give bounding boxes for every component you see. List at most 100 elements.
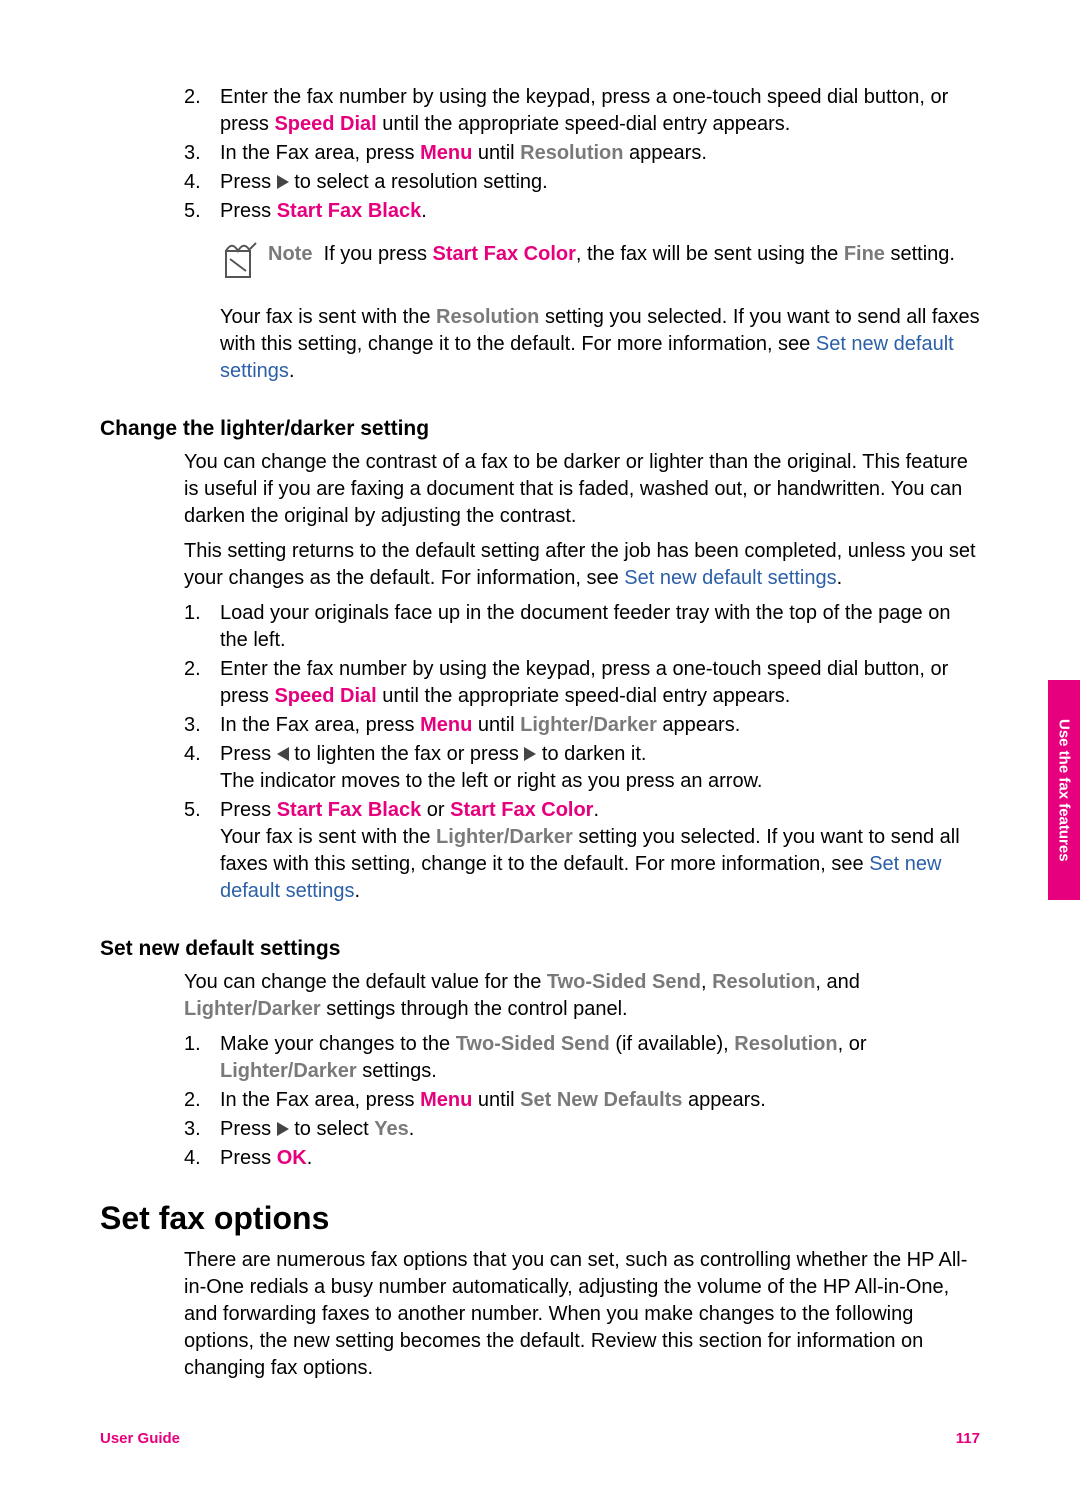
text: In the Fax area, press (220, 714, 420, 736)
step-number: 1. (184, 600, 220, 654)
text: Press (220, 799, 277, 821)
heading-set-new-default: Set new default settings (100, 937, 980, 961)
text: . (593, 799, 599, 821)
text: Your fax is sent with the (220, 306, 436, 328)
text: until the appropriate speed-dial entry a… (377, 113, 791, 135)
heading-set-fax-options: Set fax options (100, 1200, 980, 1237)
text: In the Fax area, press (220, 142, 420, 164)
text: , or (838, 1033, 867, 1055)
ui-label-ok: OK (277, 1147, 307, 1169)
text: until (472, 142, 520, 164)
ui-label-speed-dial: Speed Dial (274, 685, 376, 707)
step-number: 1. (184, 1031, 220, 1085)
text: . (289, 360, 295, 382)
ui-label-start-fax-color: Start Fax Color (450, 799, 593, 821)
text: or (421, 799, 450, 821)
ui-label-menu: Menu (420, 714, 472, 736)
list-item: 2. In the Fax area, press Menu until Set… (184, 1087, 980, 1114)
text: Make your changes to the (220, 1033, 456, 1055)
text: . (307, 1147, 313, 1169)
text: Press (220, 1118, 277, 1140)
text: until (472, 714, 520, 736)
steps-resolution: 2. Enter the fax number by using the key… (184, 84, 980, 225)
heading-lighter-darker: Change the lighter/darker setting (100, 417, 980, 441)
page-footer: User Guide 117 (100, 1430, 980, 1447)
ui-label-lighter-darker: Lighter/Darker (520, 714, 657, 736)
ui-label-two-sided-send: Two-Sided Send (547, 971, 701, 993)
list-item: 4. Press OK. (184, 1145, 980, 1172)
paragraph: You can change the default value for the… (184, 969, 980, 1023)
ui-label-menu: Menu (420, 1089, 472, 1111)
steps-lighter-darker: 1. Load your originals face up in the do… (184, 600, 980, 905)
text: until (472, 1089, 520, 1111)
list-item: 4. Press to select a resolution setting. (184, 169, 980, 196)
ui-label-set-new-defaults: Set New Defaults (520, 1089, 682, 1111)
step-number: 3. (184, 712, 220, 739)
step-number: 3. (184, 1116, 220, 1143)
list-item: 4. Press to lighten the fax or press to … (184, 741, 980, 795)
text: , and (815, 971, 859, 993)
text: until the appropriate speed-dial entry a… (377, 685, 791, 707)
note-block: Note If you press Start Fax Color, the f… (220, 241, 980, 286)
text: , (701, 971, 712, 993)
text: Press (220, 743, 277, 765)
step-number: 4. (184, 741, 220, 795)
text: Load your originals face up in the docum… (220, 600, 980, 654)
list-item: 3. In the Fax area, press Menu until Lig… (184, 712, 980, 739)
note-label: Note (268, 243, 312, 265)
step-number: 3. (184, 140, 220, 167)
note-icon (220, 241, 268, 286)
link-set-new-default[interactable]: Set new default settings (624, 567, 836, 589)
text: appears. (623, 142, 706, 164)
list-item: 2. Enter the fax number by using the key… (184, 84, 980, 138)
list-item: 5. Press Start Fax Black. (184, 198, 980, 225)
ui-label-menu: Menu (420, 142, 472, 164)
arrow-right-icon (277, 175, 289, 189)
ui-label-fine: Fine (844, 243, 885, 265)
text: setting. (885, 243, 955, 265)
paragraph: Your fax is sent with the Resolution set… (220, 304, 980, 385)
steps-default: 1. Make your changes to the Two-Sided Se… (184, 1031, 980, 1172)
list-item: 1. Make your changes to the Two-Sided Se… (184, 1031, 980, 1085)
step-number: 4. (184, 169, 220, 196)
ui-label-start-fax-color: Start Fax Color (433, 243, 576, 265)
ui-label-lighter-darker: Lighter/Darker (220, 1060, 357, 1082)
text: . (837, 567, 843, 589)
footer-left: User Guide (100, 1430, 180, 1447)
step-number: 2. (184, 84, 220, 138)
text: appears. (682, 1089, 765, 1111)
step-number: 2. (184, 1087, 220, 1114)
paragraph: You can change the contrast of a fax to … (184, 449, 980, 530)
text: Press (220, 171, 277, 193)
ui-label-resolution: Resolution (734, 1033, 837, 1055)
list-item: 3. In the Fax area, press Menu until Res… (184, 140, 980, 167)
text: appears. (657, 714, 740, 736)
text: . (409, 1118, 415, 1140)
side-tab: Use the fax features (1048, 680, 1080, 900)
paragraph: There are numerous fax options that you … (184, 1247, 980, 1382)
ui-label-resolution: Resolution (436, 306, 539, 328)
text: In the Fax area, press (220, 1089, 420, 1111)
ui-label-lighter-darker: Lighter/Darker (184, 998, 321, 1020)
ui-label-lighter-darker: Lighter/Darker (436, 826, 573, 848)
text: If you press (324, 243, 433, 265)
text: settings. (357, 1060, 437, 1082)
step-number: 4. (184, 1145, 220, 1172)
text: . (355, 880, 361, 902)
text: to select (289, 1118, 375, 1140)
ui-label-yes: Yes (374, 1118, 408, 1140)
text: . (421, 200, 427, 222)
text: , the fax will be sent using the (576, 243, 844, 265)
text: Your fax is sent with the (220, 826, 436, 848)
ui-label-resolution: Resolution (712, 971, 815, 993)
footer-page-number: 117 (956, 1430, 980, 1447)
ui-label-two-sided-send: Two-Sided Send (456, 1033, 610, 1055)
text: Press (220, 1147, 277, 1169)
step-number: 5. (184, 797, 220, 905)
arrow-left-icon (277, 747, 289, 761)
arrow-right-icon (277, 1122, 289, 1136)
text: to lighten the fax or press (289, 743, 525, 765)
ui-label-resolution: Resolution (520, 142, 623, 164)
ui-label-start-fax-black: Start Fax Black (277, 799, 422, 821)
text: You can change the default value for the (184, 971, 547, 993)
